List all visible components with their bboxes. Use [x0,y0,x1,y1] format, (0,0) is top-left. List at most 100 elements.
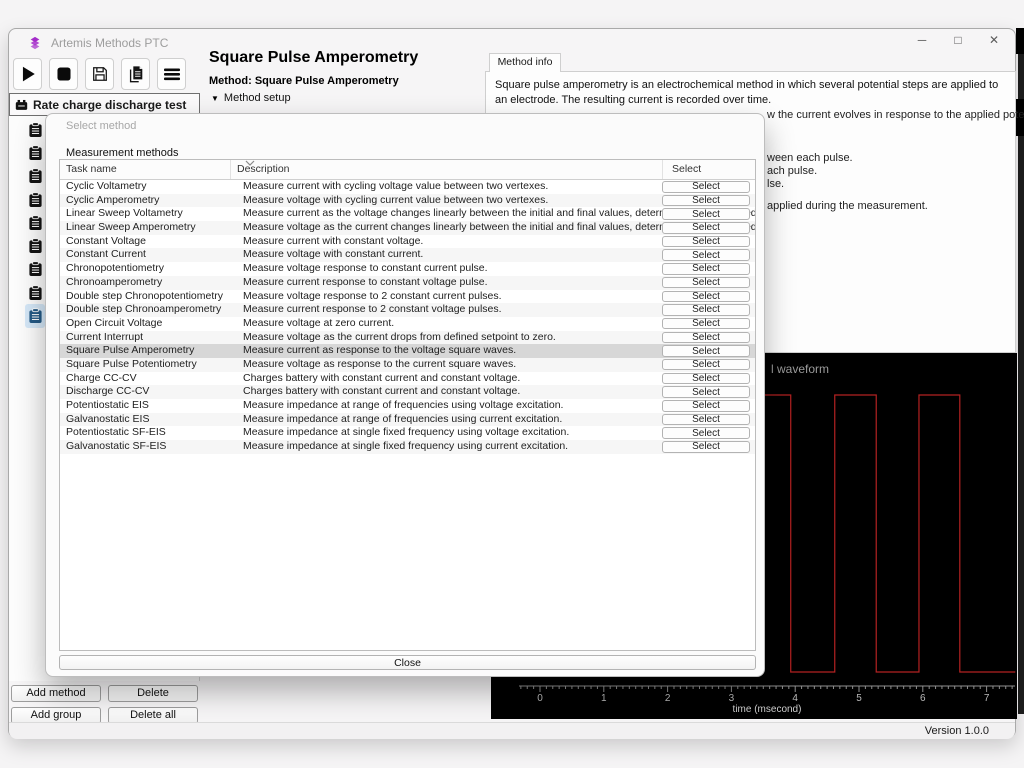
table-header-row: Task name Description Select [60,160,755,180]
table-row[interactable]: Chronoamperometry Measure current respon… [60,275,755,290]
task-name-cell: Open Circuit Voltage [66,316,163,329]
select-button[interactable]: Select [662,372,750,385]
column-header-description[interactable]: Description [230,160,662,179]
sidebar-method-item[interactable] [25,165,45,188]
table-row[interactable]: Linear Sweep Amperometry Measure voltage… [60,221,755,235]
run-button[interactable] [13,58,42,90]
battery-icon [15,99,28,110]
task-name-cell: Potentiostatic SF-EIS [66,426,166,439]
method-setup-label: Method setup [223,92,291,104]
task-name-cell: Double step Chronoamperometry [66,303,222,316]
sidebar-method-item[interactable] [25,141,45,164]
select-button[interactable]: Select [662,263,750,275]
column-header-task-name[interactable]: Task name [60,160,230,179]
menu-button[interactable] [157,58,186,90]
method-clipboard-icon [28,261,42,277]
minimize-button[interactable]: ─ [915,33,929,47]
delete-button[interactable]: Delete [108,685,198,702]
table-row[interactable]: Constant Current Measure voltage with co… [60,248,755,263]
window-title: Artemis Methods PTC [51,36,169,50]
svg-text:7: 7 [984,693,990,704]
column-header-select[interactable]: Select [662,160,755,179]
add-method-button[interactable]: Add method [11,685,101,702]
svg-text:2: 2 [665,693,671,704]
sidebar-method-item[interactable] [25,258,45,281]
method-setup-toggle[interactable]: ▼ Method setup [211,92,291,104]
table-row[interactable]: Current Interrupt Measure voltage as the… [60,330,755,345]
stop-icon [56,67,71,81]
table-row[interactable]: Square Pulse Amperometry Measure current… [60,344,755,358]
select-button[interactable]: Select [662,331,750,344]
svg-text:5: 5 [856,693,862,704]
table-row[interactable]: Double step Chronoamperometry Measure cu… [60,303,755,317]
select-button[interactable]: Select [662,235,750,248]
svg-text:time (msecond): time (msecond) [733,704,802,715]
svg-text:0: 0 [537,693,543,704]
method-subtitle: Method: Square Pulse Amperometry [209,75,399,87]
sidebar-method-item[interactable] [25,234,45,257]
table-row[interactable]: Square Pulse Potentiometry Measure volta… [60,357,755,372]
table-row[interactable]: Double step Chronopotentiometry Measure … [60,289,755,304]
task-name-cell: Square Pulse Potentiometry [66,357,197,370]
svg-text:1: 1 [601,693,607,704]
select-button[interactable]: Select [662,413,750,426]
sidebar-method-item[interactable] [25,211,45,234]
select-button[interactable]: Select [662,208,750,220]
table-row[interactable]: Chronopotentiometry Measure voltage resp… [60,262,755,276]
select-button[interactable]: Select [662,194,750,207]
select-button[interactable]: Select [662,304,750,316]
select-button[interactable]: Select [662,358,750,371]
select-button[interactable]: Select [662,345,750,357]
table-row[interactable]: Discharge CC-CV Charges battery with con… [60,385,755,399]
table-row[interactable]: Cyclic Amperometry Measure voltage with … [60,193,755,208]
select-button[interactable]: Select [662,400,750,412]
select-button[interactable]: Select [662,249,750,261]
select-button[interactable]: Select [662,290,750,302]
select-button[interactable]: Select [662,441,750,453]
select-button[interactable]: Select [662,427,750,439]
table-row[interactable]: Open Circuit Voltage Measure voltage at … [60,316,755,331]
task-name-cell: Linear Sweep Voltametry [66,207,183,220]
copy-documents-icon [129,66,142,83]
sidebar-method-item[interactable] [25,281,45,304]
tab-method-info[interactable]: Method info [489,53,561,72]
save-button[interactable] [85,58,114,90]
maximize-button[interactable]: □ [951,33,965,47]
table-row[interactable]: Potentiostatic SF-EIS Measure impedance … [60,426,755,441]
task-name-cell: Chronopotentiometry [66,262,165,275]
method-table: Task name Description Select Cyclic Volt… [59,159,756,651]
method-clipboard-icon [28,191,42,207]
select-button[interactable]: Select [662,386,750,398]
table-row[interactable]: Charge CC-CV Charges battery with consta… [60,371,755,386]
select-button[interactable]: Select [662,222,750,234]
task-name-cell: Linear Sweep Amperometry [66,221,196,234]
sort-chevron-icon [245,160,255,166]
table-row[interactable]: Galvanostatic SF-EIS Measure impedance a… [60,440,755,454]
table-row[interactable]: Linear Sweep Voltametry Measure current … [60,207,755,222]
svg-text:4: 4 [792,693,798,704]
table-body: Cyclic Voltametry Measure current with c… [60,180,755,454]
svg-text:6: 6 [920,693,926,704]
menu-icon [163,68,180,81]
sidebar-method-item[interactable] [25,118,45,141]
table-row[interactable]: Constant Voltage Measure current with co… [60,234,755,249]
select-button[interactable]: Select [662,317,750,330]
select-button[interactable]: Select [662,276,750,289]
copy-button[interactable] [121,58,150,90]
table-row[interactable]: Potentiostatic EIS Measure impedance at … [60,399,755,413]
method-info-paragraph: Square pulse amperometry is an electroch… [495,79,999,107]
close-window-button[interactable]: ✕ [987,33,1001,47]
table-row[interactable]: Galvanostatic EIS Measure impedance at r… [60,412,755,427]
method-clipboard-icon [28,284,42,300]
sidebar-method-item[interactable] [25,188,45,211]
task-name-cell: Galvanostatic EIS [66,412,150,425]
select-button[interactable]: Select [662,181,750,193]
close-dialog-button[interactable]: Close [59,655,756,670]
sidebar-method-item[interactable] [25,304,45,328]
stop-button[interactable] [49,58,78,90]
toolbar [13,58,186,90]
method-clipboard-icon [28,215,42,230]
table-row[interactable]: Cyclic Voltametry Measure current with c… [60,180,755,194]
task-name-cell: Square Pulse Amperometry [66,344,195,357]
status-bar: Version 1.0.0 [9,722,1015,739]
